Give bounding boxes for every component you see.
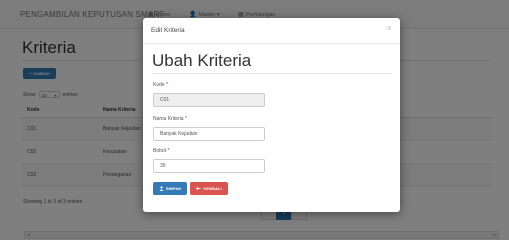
nama-kriteria-label: Nama Kriteria * bbox=[153, 116, 187, 122]
bobot-label: Bobot * bbox=[153, 148, 169, 154]
required-mark: * bbox=[184, 116, 187, 122]
back-button-label: KEMBALI bbox=[203, 186, 222, 191]
kode-label-text: Kode bbox=[153, 82, 165, 88]
edit-kriteria-modal: Edit Kriteria × Ubah Kriteria Kode * Nam… bbox=[143, 18, 400, 212]
close-icon[interactable]: × bbox=[387, 23, 392, 33]
back-button[interactable]: KEMBALI bbox=[190, 182, 228, 195]
save-button[interactable]: SIMPAN bbox=[153, 182, 187, 195]
bobot-field[interactable] bbox=[153, 159, 265, 173]
save-button-label: SIMPAN bbox=[165, 186, 182, 191]
bobot-label-text: Bobot bbox=[153, 148, 167, 154]
back-arrow-icon bbox=[196, 186, 201, 192]
save-icon bbox=[159, 185, 164, 192]
nama-kriteria-label-text: Nama Kriteria bbox=[153, 116, 184, 122]
divider bbox=[152, 73, 392, 74]
required-mark: * bbox=[166, 82, 169, 88]
kode-label: Kode * bbox=[153, 82, 168, 88]
kode-field[interactable] bbox=[153, 93, 265, 107]
required-mark: * bbox=[167, 148, 170, 154]
modal-header: Edit Kriteria × bbox=[143, 18, 400, 44]
modal-title: Edit Kriteria bbox=[151, 27, 185, 34]
form-title: Ubah Kriteria bbox=[152, 51, 252, 70]
nama-kriteria-field[interactable] bbox=[153, 127, 265, 141]
